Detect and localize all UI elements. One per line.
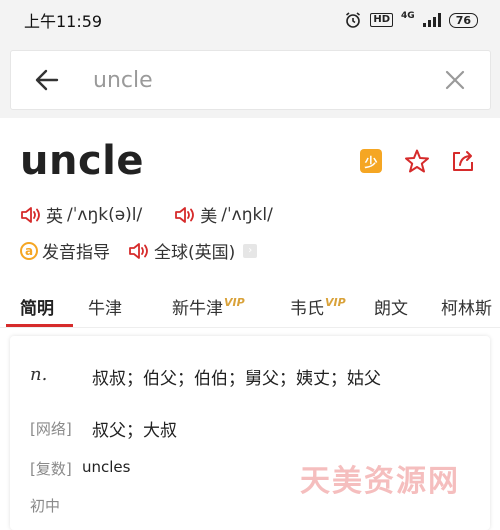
speaker-icon bbox=[129, 242, 148, 259]
star-icon bbox=[405, 149, 429, 173]
uk-pronunciation[interactable]: 英 /ˈʌŋk(ə)l/ bbox=[20, 202, 142, 227]
definition-card: n. 叔叔；伯父；伯伯；舅父；姨丈；姑父 [网络] 叔父；大叔 [复数] unc… bbox=[10, 336, 490, 530]
arrow-left-icon bbox=[35, 69, 59, 91]
speaker-icon bbox=[175, 206, 195, 223]
network-label: 4G bbox=[401, 11, 415, 21]
us-pronunciation[interactable]: 美 /ˈʌŋkl/ bbox=[174, 202, 273, 227]
word-entry: uncle 少 英 /ˈʌŋk(ə)l/ 美 /ˈʌŋkl/ a 发音指导 全球… bbox=[0, 118, 500, 530]
tab-new-oxford[interactable]: 新牛津VIP bbox=[172, 294, 245, 319]
global-pronunciation[interactable]: 全球(英国) › bbox=[128, 238, 258, 263]
status-icons: HD 4G 76 bbox=[344, 11, 478, 29]
tab-label: 柯林斯 bbox=[441, 299, 492, 319]
alarm-icon bbox=[346, 12, 361, 28]
uk-label: 英 bbox=[46, 207, 63, 227]
share-icon bbox=[453, 151, 473, 171]
plural-tag: [复数] bbox=[30, 460, 72, 478]
close-icon bbox=[445, 70, 465, 90]
clear-search-button[interactable] bbox=[444, 69, 466, 91]
speaker-icon bbox=[21, 206, 40, 223]
word-actions: 少 bbox=[358, 148, 476, 174]
search-bar: uncle bbox=[10, 50, 491, 110]
global-label: 全球(英国) bbox=[154, 243, 236, 263]
vip-badge: VIP bbox=[224, 296, 245, 309]
hd-icon: HD bbox=[370, 13, 394, 27]
battery-indicator: 76 bbox=[448, 12, 478, 28]
tab-label: 韦氏 bbox=[290, 299, 324, 319]
tab-jianming[interactable]: 简明 bbox=[20, 294, 54, 319]
part-of-speech: n. bbox=[30, 364, 48, 385]
share-button[interactable] bbox=[450, 148, 476, 174]
pronunciation-row: 英 /ˈʌŋk(ə)l/ 美 /ˈʌŋkl/ bbox=[20, 202, 273, 227]
pronunciation-guide-link[interactable]: a 发音指导 bbox=[20, 238, 110, 263]
tab-longman[interactable]: 朗文 bbox=[374, 294, 408, 319]
search-input[interactable]: uncle bbox=[93, 68, 444, 93]
pinyin-badge-icon: 少 bbox=[360, 149, 382, 173]
chevron-right-icon: › bbox=[243, 243, 258, 258]
signal-icon bbox=[422, 13, 441, 27]
us-ipa: /ˈʌŋkl/ bbox=[221, 204, 273, 225]
web-meaning: 叔父；大叔 bbox=[92, 421, 177, 441]
tab-label: 简明 bbox=[20, 299, 54, 319]
plural-form: uncles bbox=[82, 458, 131, 476]
back-button[interactable] bbox=[33, 66, 61, 94]
definition-text: 叔叔；伯父；伯伯；舅父；姨丈；姑父 bbox=[92, 369, 381, 389]
web-tag: [网络] bbox=[30, 420, 72, 438]
active-tab-indicator bbox=[6, 324, 73, 327]
pronunciation-extras: a 发音指导 全球(英国) › bbox=[20, 238, 258, 263]
tab-oxford[interactable]: 牛津 bbox=[88, 294, 122, 319]
tab-label: 新牛津 bbox=[172, 299, 223, 319]
us-label: 美 bbox=[200, 207, 218, 227]
dictionary-tabs: 简明 牛津 新牛津VIP 韦氏VIP 朗文 柯林斯 bbox=[0, 288, 500, 328]
uk-ipa: /ˈʌŋk(ə)l/ bbox=[67, 204, 143, 225]
status-time: 上午11:59 bbox=[24, 12, 103, 31]
pinyin-button[interactable]: 少 bbox=[358, 148, 384, 174]
level-tag: 初中 bbox=[30, 497, 61, 515]
tab-collins[interactable]: 柯林斯 bbox=[441, 294, 492, 319]
guide-label: 发音指导 bbox=[42, 243, 110, 263]
tab-label: 朗文 bbox=[374, 299, 408, 319]
headword: uncle bbox=[20, 138, 145, 184]
vip-badge: VIP bbox=[325, 296, 346, 309]
tab-label: 牛津 bbox=[88, 299, 122, 319]
pronunciation-guide-icon: a bbox=[20, 241, 38, 260]
tabs-divider bbox=[0, 327, 500, 328]
favorite-button[interactable] bbox=[404, 148, 430, 174]
watermark: 天美资源网 bbox=[300, 464, 460, 499]
tab-webster[interactable]: 韦氏VIP bbox=[290, 294, 346, 319]
status-bar: 上午11:59 HD 4G 76 bbox=[0, 0, 500, 40]
